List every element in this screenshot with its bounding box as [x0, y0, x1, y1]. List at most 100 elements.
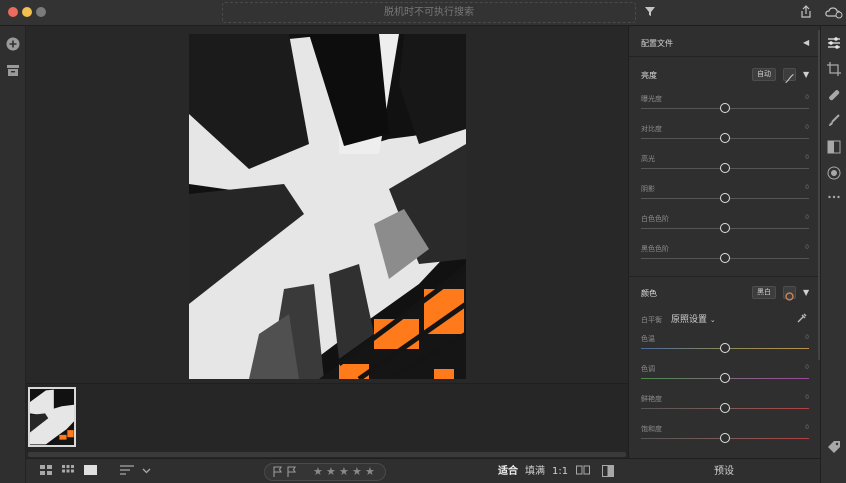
white-balance-label: 白平衡	[641, 316, 662, 324]
slider-label: 黑色色阶	[641, 245, 669, 253]
main-photo[interactable]	[189, 34, 466, 379]
chevron-left-icon[interactable]: ◀	[803, 38, 809, 47]
slider-tint[interactable]: 色调 0	[641, 364, 809, 390]
edit-sliders-icon[interactable]	[827, 36, 841, 50]
presets-button[interactable]: 预设	[628, 458, 820, 483]
slider-label: 白色色阶	[641, 215, 669, 223]
divider	[629, 56, 821, 57]
linear-gradient-icon[interactable]	[827, 140, 841, 154]
rating-star[interactable]: ★	[313, 465, 323, 478]
rating-star[interactable]: ★	[352, 465, 362, 478]
slider-value: 0	[805, 424, 809, 431]
slider-value: 0	[805, 184, 809, 191]
slider-label: 曝光度	[641, 95, 662, 103]
auto-button[interactable]: 自动	[752, 68, 776, 81]
slider-value: 0	[805, 364, 809, 371]
healing-bandage-icon[interactable]	[827, 88, 841, 102]
slider-label: 饱和度	[641, 425, 662, 433]
slider-highlights[interactable]: 高光 0	[641, 154, 809, 180]
slider-label: 色调	[641, 365, 655, 373]
zoom-1to1-button[interactable]: 1:1	[552, 465, 568, 478]
photo-workspace	[26, 26, 628, 458]
tag-icon[interactable]	[827, 440, 841, 454]
bottom-toolbar: ★ ★ ★ ★ ★ 适合 填满 1:1	[26, 458, 628, 483]
slider-value: 0	[805, 154, 809, 161]
slider-temperature[interactable]: 色温 0	[641, 334, 809, 360]
filmstrip	[26, 383, 628, 458]
slider-exposure[interactable]: 曝光度 0	[641, 94, 809, 120]
slider-value: 0	[805, 94, 809, 101]
more-icon[interactable]	[827, 190, 841, 204]
slider-value: 0	[805, 244, 809, 251]
cloud-sync-icon[interactable]	[824, 5, 844, 21]
slider-contrast[interactable]: 对比度 0	[641, 124, 809, 150]
title-bar: 脱机时不可执行搜索	[0, 0, 846, 26]
slider-knob[interactable]	[720, 103, 730, 113]
slider-knob[interactable]	[720, 403, 730, 413]
brush-icon[interactable]	[827, 114, 841, 128]
archive-icon[interactable]	[5, 62, 21, 78]
flag-pick-icon[interactable]	[273, 466, 283, 479]
chevron-down-icon: ⌄	[709, 316, 716, 324]
radial-gradient-icon[interactable]	[827, 166, 841, 180]
zoom-fit-button[interactable]: 适合	[498, 465, 518, 478]
slider-saturation[interactable]: 饱和度 0	[641, 424, 809, 450]
slider-blacks[interactable]: 黑色色阶 0	[641, 244, 809, 270]
slider-label: 高光	[641, 155, 655, 163]
white-balance-select[interactable]: 原照设置 ⌄	[671, 312, 716, 325]
left-toolbar	[0, 26, 26, 483]
rating-star[interactable]: ★	[339, 465, 349, 478]
grid-view-icon[interactable]	[40, 465, 52, 478]
detail-view-icon[interactable]	[84, 465, 97, 478]
chevron-down-icon[interactable]: ▼	[803, 288, 809, 297]
share-icon[interactable]	[798, 5, 814, 21]
slider-label: 鲜艳度	[641, 395, 662, 403]
crop-icon[interactable]	[827, 62, 841, 76]
divider	[629, 276, 821, 277]
before-after-icon[interactable]	[602, 465, 614, 478]
zoom-window-button[interactable]	[36, 7, 46, 17]
slider-shadows[interactable]: 阴影 0	[641, 184, 809, 210]
slider-value: 0	[805, 394, 809, 401]
chevron-down-icon[interactable]: ▼	[803, 70, 809, 79]
chevron-down-icon[interactable]	[142, 465, 151, 478]
filter-icon[interactable]	[642, 5, 658, 21]
slider-knob[interactable]	[720, 343, 730, 353]
slider-value: 0	[805, 124, 809, 131]
slider-knob[interactable]	[720, 133, 730, 143]
slider-knob[interactable]	[720, 253, 730, 263]
slider-whites[interactable]: 白色色阶 0	[641, 214, 809, 240]
rating-star[interactable]: ★	[365, 465, 375, 478]
zoom-fill-button[interactable]: 填满	[525, 465, 545, 478]
slider-knob[interactable]	[720, 223, 730, 233]
slider-label: 阴影	[641, 185, 655, 193]
plus-circle-icon[interactable]	[5, 36, 21, 52]
slider-knob[interactable]	[720, 193, 730, 203]
sort-icon[interactable]	[120, 465, 134, 478]
square-grid-icon[interactable]	[62, 465, 74, 478]
color-mixer-button[interactable]	[783, 286, 796, 301]
flag-reject-icon[interactable]	[287, 466, 297, 479]
profile-title[interactable]: 配置文件	[641, 38, 673, 49]
rating-star[interactable]: ★	[326, 465, 336, 478]
slider-value: 0	[805, 214, 809, 221]
edit-panel: 配置文件 ◀ 亮度 自动 ▼ 曝光度 0 对比度 0 高光 0 阴影 0 白色色…	[628, 26, 821, 458]
light-section-title[interactable]: 亮度	[641, 70, 657, 81]
slider-knob[interactable]	[720, 433, 730, 443]
white-balance-value: 原照设置	[671, 315, 708, 325]
filmstrip-thumbnail[interactable]	[28, 387, 76, 447]
eyedropper-icon[interactable]	[795, 312, 809, 326]
tone-curve-button[interactable]	[783, 68, 796, 83]
app-window: 脱机时不可执行搜索 ★ ★ ★ ★ ★ 适合 填满 1:1 配置文件 ◀ 亮度 …	[0, 0, 846, 483]
black-white-button[interactable]: 黑白	[752, 286, 776, 299]
slider-knob[interactable]	[720, 373, 730, 383]
slider-knob[interactable]	[720, 163, 730, 173]
color-section-title[interactable]: 颜色	[641, 288, 657, 299]
filmstrip-scrollbar[interactable]	[28, 452, 626, 457]
search-input[interactable]: 脱机时不可执行搜索	[222, 2, 636, 23]
compare-icon[interactable]	[576, 465, 590, 478]
close-window-button[interactable]	[8, 7, 18, 17]
right-toolbar	[820, 26, 846, 483]
slider-vibrance[interactable]: 鲜艳度 0	[641, 394, 809, 420]
minimize-window-button[interactable]	[22, 7, 32, 17]
